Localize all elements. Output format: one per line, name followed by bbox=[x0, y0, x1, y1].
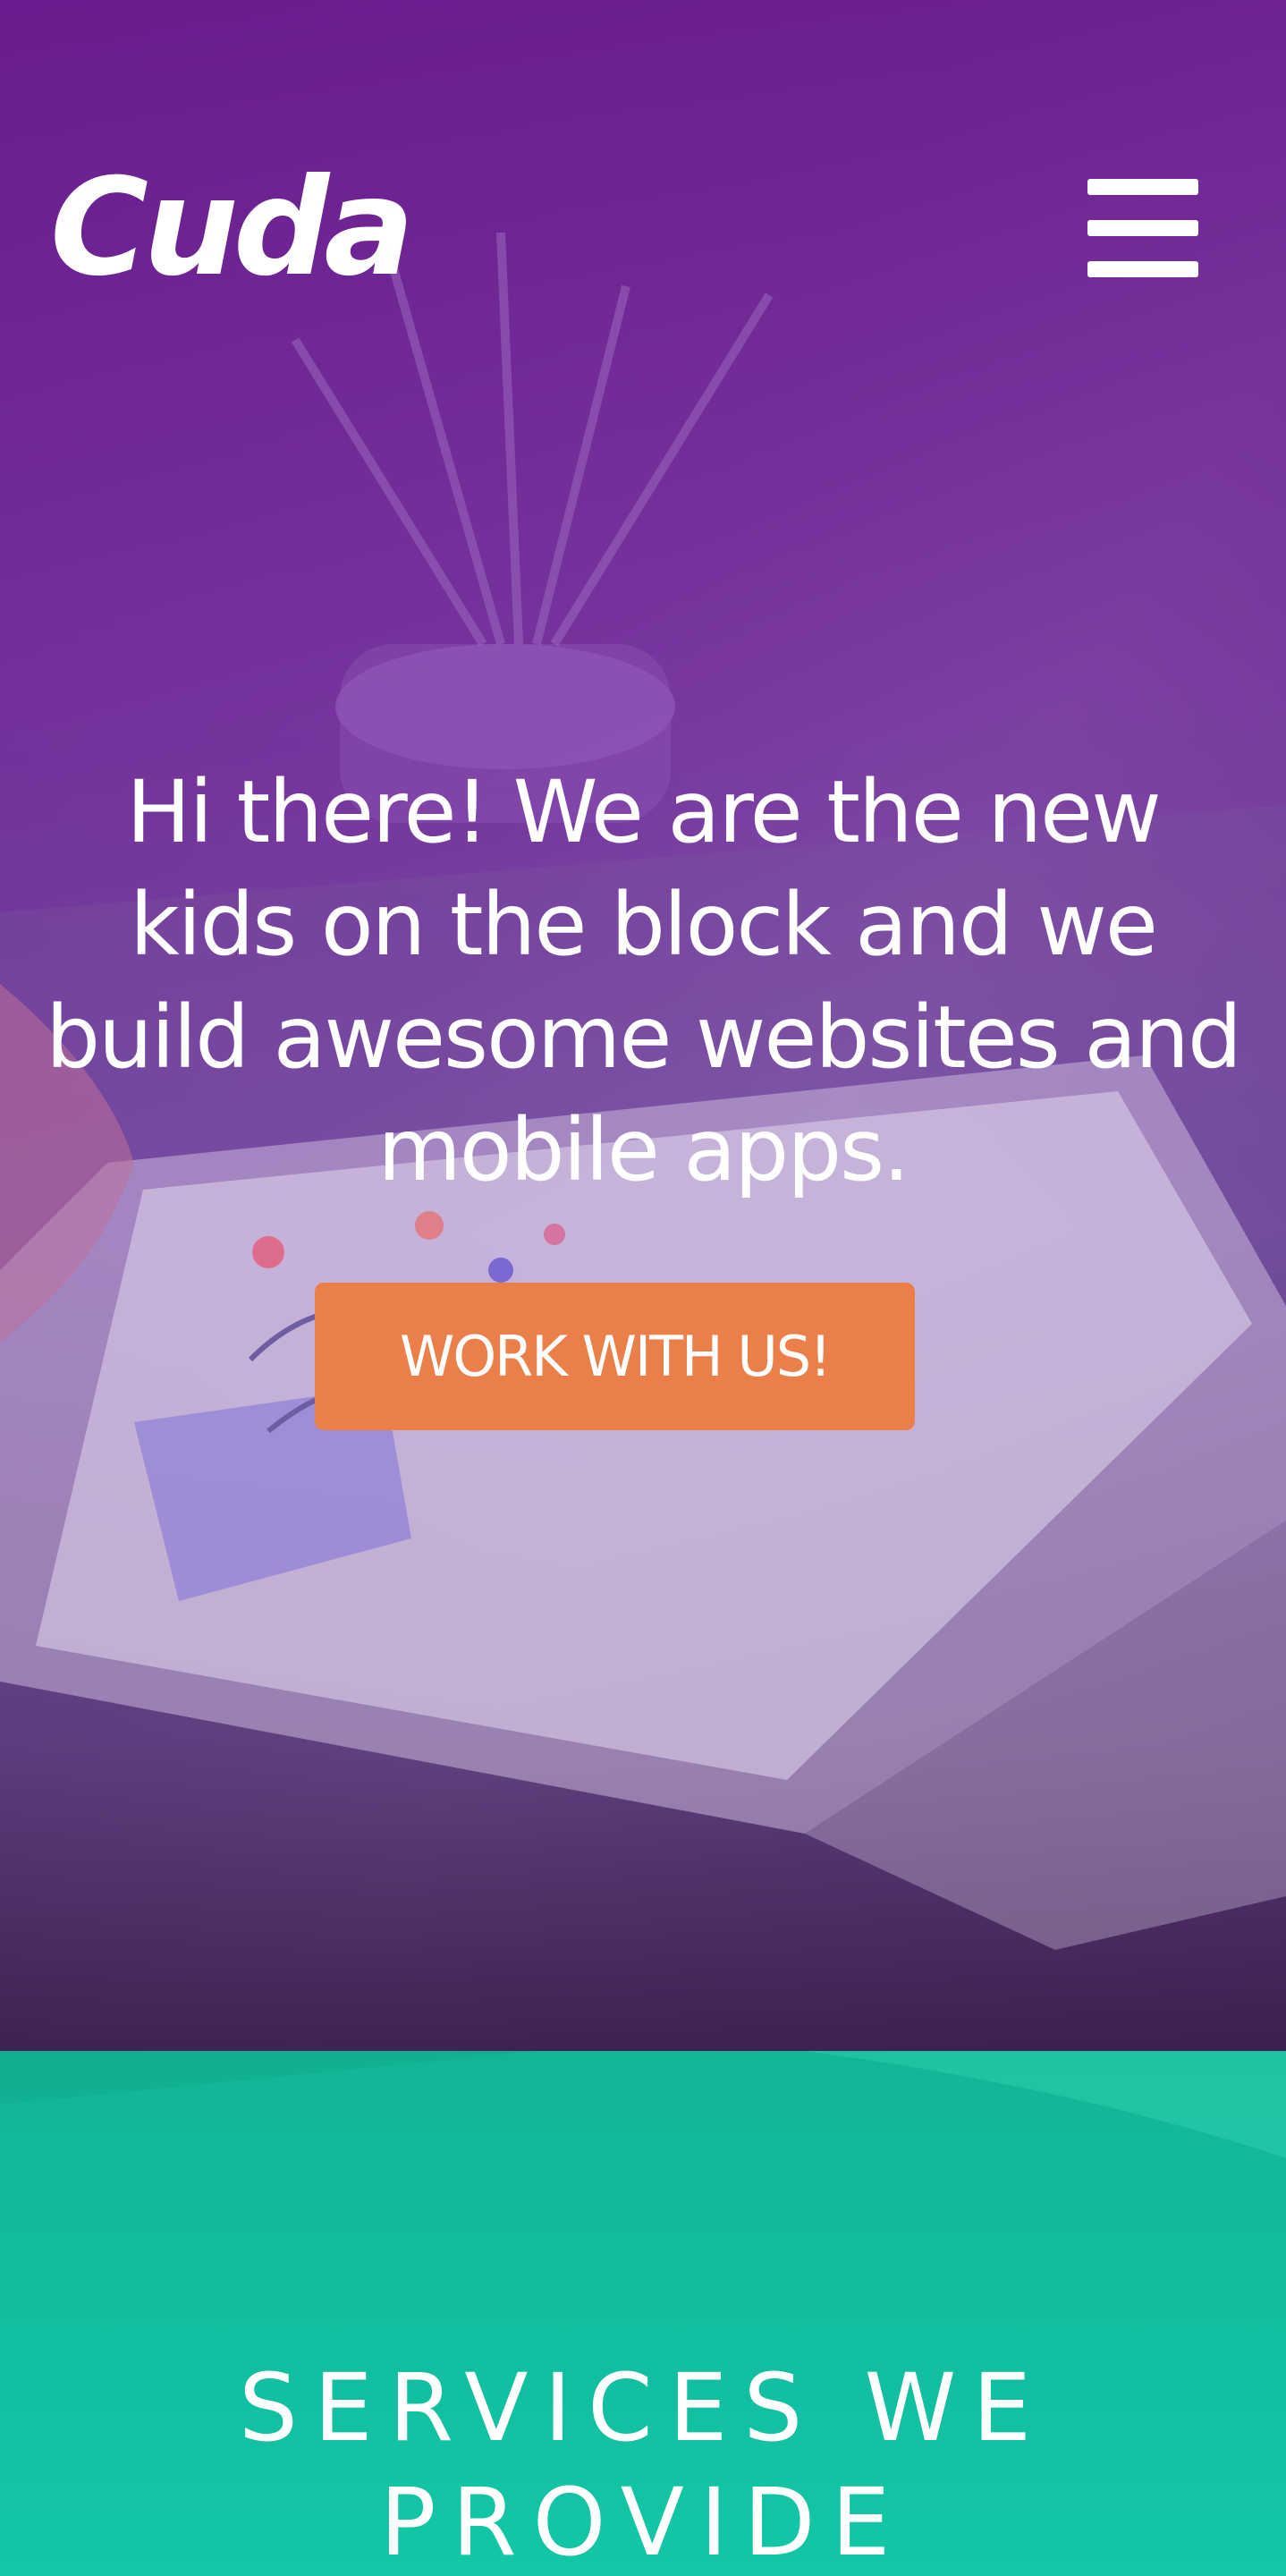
work-with-us-button[interactable]: WORK WITH US! bbox=[315, 1283, 915, 1430]
services-section: SERVICES WE PROVIDE bbox=[0, 2051, 1286, 2576]
menu-bar bbox=[1087, 261, 1198, 277]
logo[interactable]: Cuda bbox=[50, 161, 414, 295]
menu-bar bbox=[1087, 179, 1198, 195]
hamburger-menu-icon[interactable] bbox=[1087, 179, 1198, 277]
hero-headline: Hi there! We are the new kids on the blo… bbox=[46, 762, 1242, 1200]
hero-section: Cuda Hi there! We are the new kids on th… bbox=[0, 0, 1286, 2051]
services-title: SERVICES WE PROVIDE bbox=[238, 2353, 1048, 2576]
menu-bar bbox=[1087, 220, 1198, 236]
